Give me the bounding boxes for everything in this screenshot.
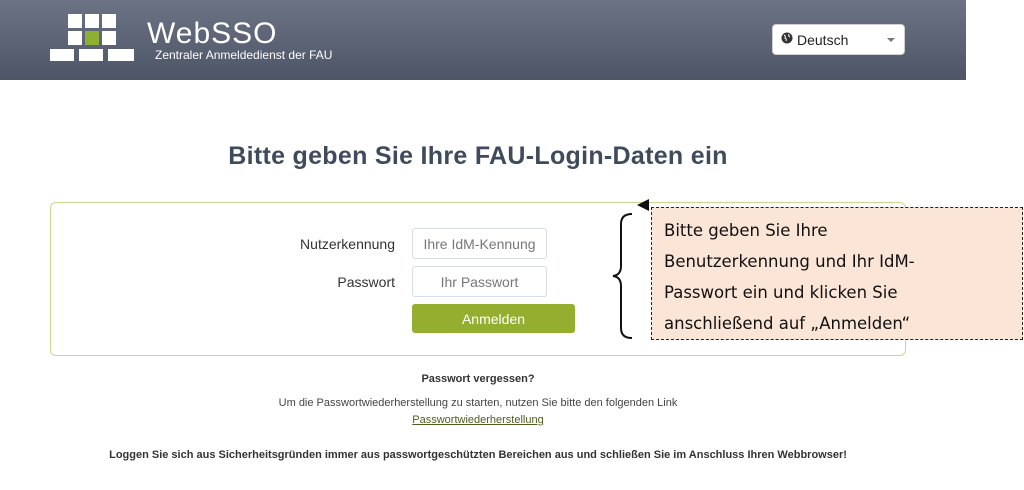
forgot-password-heading: Passwort vergessen?: [421, 373, 535, 385]
password-recovery-link[interactable]: Passwortwiederherstellung: [412, 414, 543, 426]
brand-tagline: Zentraler Anmeldedienst der FAU: [155, 48, 333, 62]
forgot-password-link-wrap: Passwortwiederherstellung: [0, 414, 956, 426]
password-field[interactable]: [412, 266, 547, 297]
chevron-down-icon: [887, 38, 895, 42]
forgot-password-text: Um die Passwortwiederherstellung zu star…: [278, 397, 678, 409]
globe-icon: [781, 32, 793, 47]
page-title: Bitte geben Sie Ihre FAU-Login-Daten ein: [228, 142, 728, 170]
username-label: Nutzerkennung: [300, 236, 395, 252]
callout-line: Bitte geben Sie Ihre: [664, 221, 828, 240]
username-field[interactable]: [412, 228, 547, 259]
language-select-value: Deutsch: [797, 31, 849, 48]
callout-line: Passwort ein und klicken Sie: [664, 283, 898, 302]
language-select[interactable]: Deutsch: [772, 24, 905, 55]
websso-logo: [50, 14, 134, 64]
header-bar: WebSSO Zentraler Anmeldedienst der FAU D…: [0, 0, 966, 80]
security-warning: Loggen Sie sich aus Sicherheitsgründen i…: [109, 449, 847, 461]
brace-annotation-icon: [612, 213, 633, 339]
callout-line: Benutzerkennung und Ihr IdM-: [664, 252, 915, 271]
password-label: Passwort: [337, 274, 395, 290]
brand-name: WebSSO: [147, 17, 278, 50]
instruction-callout: Bitte geben Sie Ihre Benutzerkennung und…: [651, 207, 1023, 340]
callout-line: anschließend auf „Anmelden“: [664, 314, 911, 333]
login-button[interactable]: Anmelden: [412, 304, 575, 333]
